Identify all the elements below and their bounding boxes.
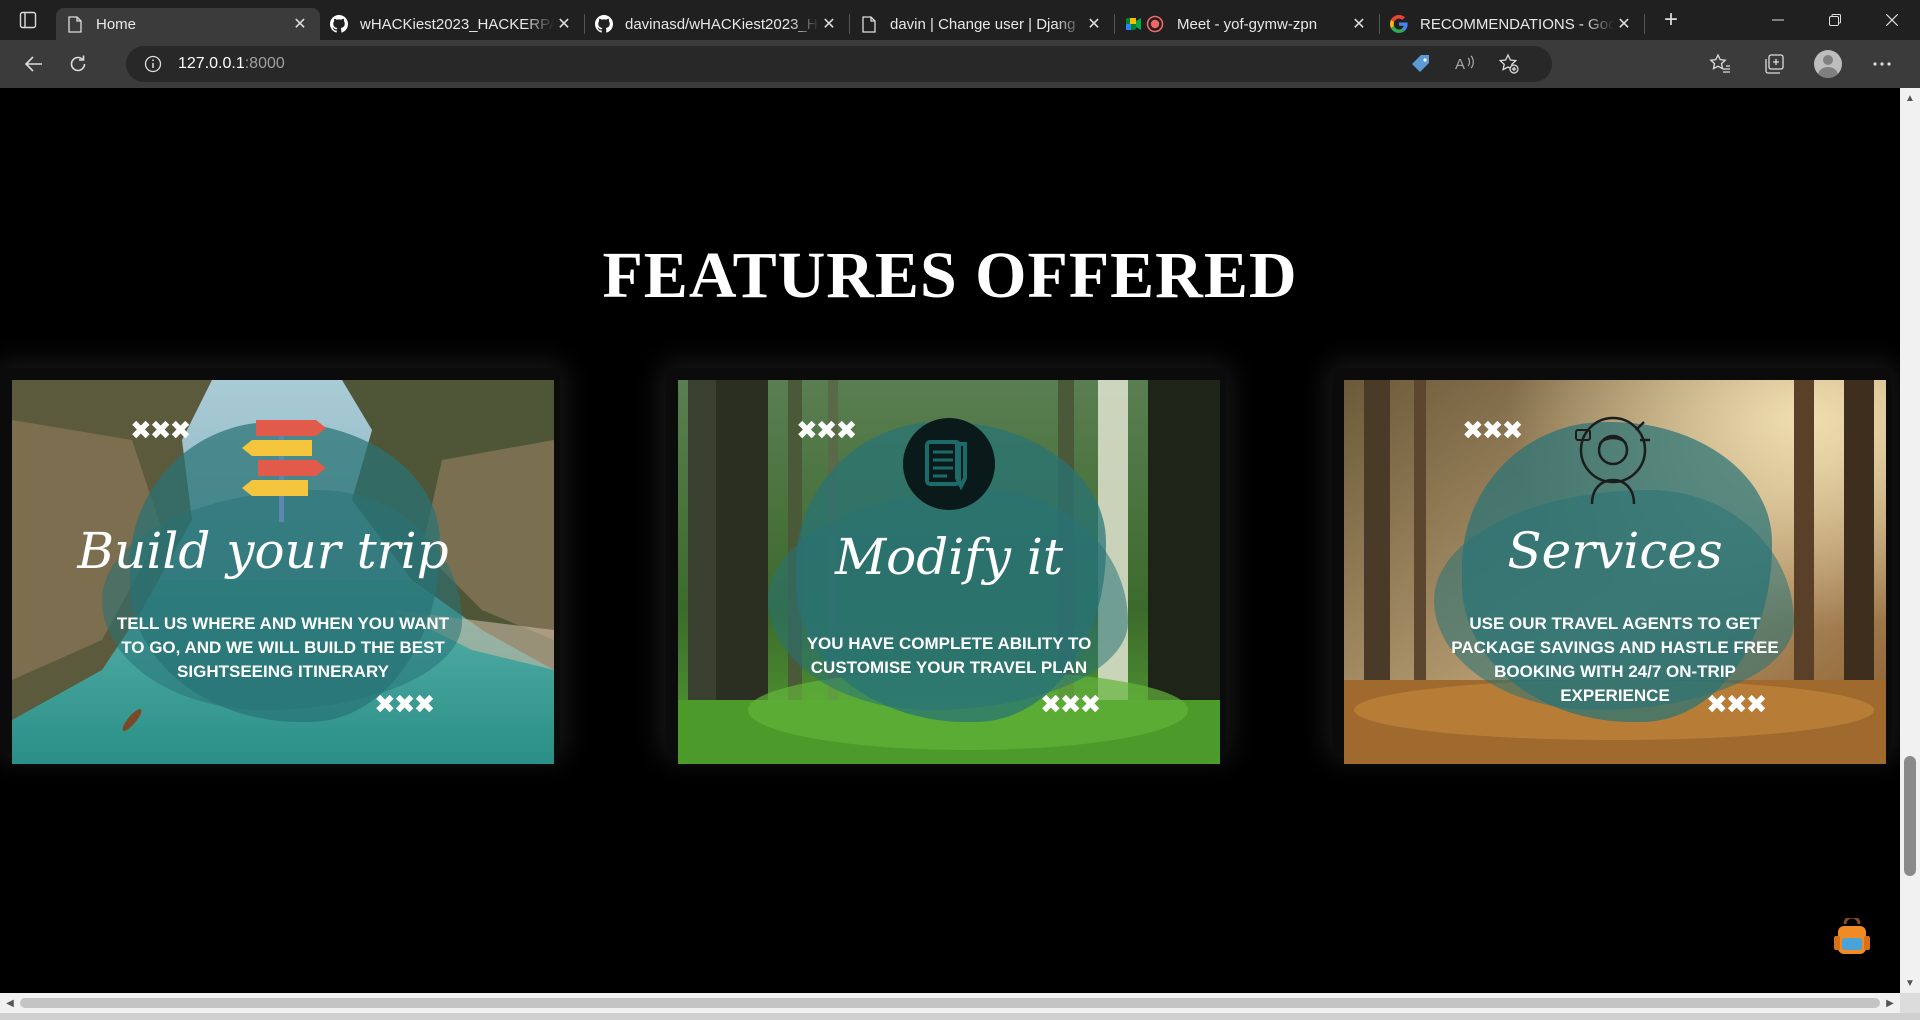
profile-button[interactable] bbox=[1808, 44, 1848, 84]
xxx-decoration: ✖✖✖ bbox=[1040, 690, 1101, 720]
restore-icon bbox=[1828, 14, 1841, 26]
scrollbar-corner bbox=[1900, 993, 1920, 1013]
edit-document-icon bbox=[903, 418, 995, 510]
minimize-button[interactable] bbox=[1749, 0, 1806, 40]
restore-button[interactable] bbox=[1806, 0, 1863, 40]
scroll-down-arrow[interactable]: ▼ bbox=[1900, 973, 1920, 993]
xxx-decoration: ✖✖✖ bbox=[374, 690, 435, 720]
tab-title: davinasd/wHACKiest2023_H bbox=[625, 15, 818, 33]
add-favorite-icon[interactable] bbox=[1498, 53, 1520, 75]
tab-title: RECOMMENDATIONS - Goo bbox=[1420, 15, 1614, 33]
settings-menu-button[interactable] bbox=[1862, 44, 1902, 84]
close-icon bbox=[1885, 14, 1898, 26]
scrollbar-thumb[interactable] bbox=[20, 998, 1880, 1008]
scrollbar-thumb[interactable] bbox=[1904, 756, 1916, 876]
svg-text:A: A bbox=[1455, 56, 1465, 73]
back-arrow-icon bbox=[24, 56, 42, 72]
url-port: :8000 bbox=[244, 55, 285, 72]
read-aloud-icon[interactable]: A bbox=[1454, 53, 1476, 75]
tab-title: davin | Change user | Djang bbox=[890, 15, 1076, 33]
tab-google[interactable]: RECOMMENDATIONS - Goo ✕ bbox=[1380, 8, 1644, 40]
card-description: USE OUR TRAVEL AGENTS TO GET PACKAGE SAV… bbox=[1451, 614, 1779, 705]
scroll-left-arrow[interactable]: ◀ bbox=[0, 993, 20, 1013]
feature-card-build-trip: ✖✖✖ ✖✖✖ Build your trip TELL US WHERE AN… bbox=[0, 368, 560, 764]
signpost-icon bbox=[242, 420, 326, 522]
collections-icon bbox=[1765, 54, 1784, 74]
tab-title: wHACKiest2023_HACKERPAC bbox=[360, 15, 554, 33]
google-meet-icon bbox=[1125, 15, 1165, 33]
reload-button[interactable] bbox=[56, 44, 100, 84]
tab-title: Meet - yof-gymw-zpn bbox=[1177, 15, 1318, 33]
tab-actions-icon bbox=[19, 11, 37, 29]
back-button[interactable] bbox=[12, 44, 56, 84]
google-icon bbox=[1390, 15, 1408, 33]
vertical-scrollbar[interactable]: ▲ ▼ bbox=[1900, 88, 1920, 993]
tab-actions-button[interactable] bbox=[0, 0, 56, 40]
tab-separator bbox=[1644, 14, 1645, 34]
close-tab-icon[interactable]: ✕ bbox=[1349, 14, 1369, 34]
close-tab-icon[interactable]: ✕ bbox=[290, 14, 310, 34]
address-bar[interactable]: 127.0.0.1:8000 A bbox=[126, 46, 1552, 82]
tab-django[interactable]: davin | Change user | Djang ✕ bbox=[850, 8, 1114, 40]
xxx-decoration: ✖✖✖ bbox=[796, 416, 857, 446]
reload-icon bbox=[70, 55, 86, 72]
close-tab-icon[interactable]: ✕ bbox=[1614, 14, 1634, 34]
window-controls bbox=[1749, 0, 1920, 40]
feature-card-modify: ✖✖✖ ✖✖✖ Modify it YOU HAVE COMPLETE ABIL… bbox=[666, 368, 1226, 764]
avatar bbox=[1814, 50, 1842, 78]
tab-home[interactable]: Home ✕ bbox=[56, 8, 320, 40]
scroll-up-arrow[interactable]: ▲ bbox=[1900, 88, 1920, 108]
window-bottom-edge bbox=[0, 1013, 1920, 1020]
address-bar-actions: A bbox=[1410, 46, 1520, 82]
minimize-icon bbox=[1771, 19, 1784, 21]
more-options-icon bbox=[1873, 62, 1891, 66]
favorites-icon bbox=[1709, 53, 1730, 73]
close-tab-icon[interactable]: ✕ bbox=[819, 14, 839, 34]
close-tab-icon[interactable]: ✕ bbox=[1084, 14, 1104, 34]
new-tab-button[interactable]: + bbox=[1649, 4, 1693, 36]
backpack-chat-button[interactable] bbox=[1834, 915, 1870, 956]
card-image: ✖✖✖ ✖✖✖ Build your trip TELL US WHERE AN… bbox=[12, 380, 554, 764]
favorites-button[interactable] bbox=[1700, 44, 1740, 84]
coupon-tag-icon[interactable] bbox=[1410, 53, 1432, 75]
browser-toolbar: 127.0.0.1:8000 A bbox=[0, 40, 1920, 88]
card-title: Build your trip bbox=[77, 522, 449, 580]
url-host: 127.0.0.1 bbox=[178, 55, 245, 72]
github-icon bbox=[595, 15, 613, 33]
page-icon bbox=[860, 15, 878, 33]
close-window-button[interactable] bbox=[1863, 0, 1920, 40]
scroll-right-arrow[interactable]: ▶ bbox=[1880, 993, 1900, 1013]
page-heading: FEATURES OFFERED bbox=[602, 239, 1298, 312]
tab-meet[interactable]: Meet - yof-gymw-zpn ✕ bbox=[1115, 8, 1379, 40]
card-title: Modify it bbox=[834, 528, 1064, 586]
plus-icon: + bbox=[1663, 6, 1678, 33]
backpack-icon bbox=[1834, 915, 1870, 954]
card-image: ✖✖✖ ✖✖✖ Modify it YOU HAVE COMPLETE ABIL… bbox=[678, 380, 1220, 764]
close-tab-icon[interactable]: ✕ bbox=[554, 14, 574, 34]
browser-tab-bar: Home ✕ wHACKiest2023_HACKERPAC ✕ davinas… bbox=[0, 0, 1920, 40]
page-viewport: FEATURES OFFERED ✖✖✖ ✖✖✖ Build your trip… bbox=[0, 88, 1900, 993]
card-image: ✖✖✖ ✖✖✖ Services USE OUR TRAVEL AGENTS T… bbox=[1344, 380, 1886, 764]
xxx-decoration: ✖✖✖ bbox=[130, 416, 191, 446]
toolbar-right bbox=[1700, 44, 1902, 84]
card-title: Services bbox=[1507, 522, 1723, 580]
agent-icon bbox=[1575, 416, 1650, 505]
site-info-icon[interactable] bbox=[144, 55, 162, 73]
xxx-decoration: ✖✖✖ bbox=[1462, 416, 1523, 446]
horizontal-scrollbar[interactable]: ◀ ▶ bbox=[0, 993, 1900, 1013]
page-icon bbox=[66, 15, 84, 33]
card-description: TELL US WHERE AND WHEN YOU WANT TO GO, A… bbox=[116, 614, 450, 681]
tab-github-1[interactable]: wHACKiest2023_HACKERPAC ✕ bbox=[320, 8, 584, 40]
card-description: YOU HAVE COMPLETE ABILITY TO CUSTOMISE Y… bbox=[806, 634, 1092, 677]
tab-github-2[interactable]: davinasd/wHACKiest2023_H ✕ bbox=[585, 8, 849, 40]
github-icon bbox=[330, 15, 348, 33]
collections-button[interactable] bbox=[1754, 44, 1794, 84]
tab-title: Home bbox=[96, 15, 137, 33]
feature-card-services: ✖✖✖ ✖✖✖ Services USE OUR TRAVEL AGENTS T… bbox=[1332, 368, 1892, 764]
